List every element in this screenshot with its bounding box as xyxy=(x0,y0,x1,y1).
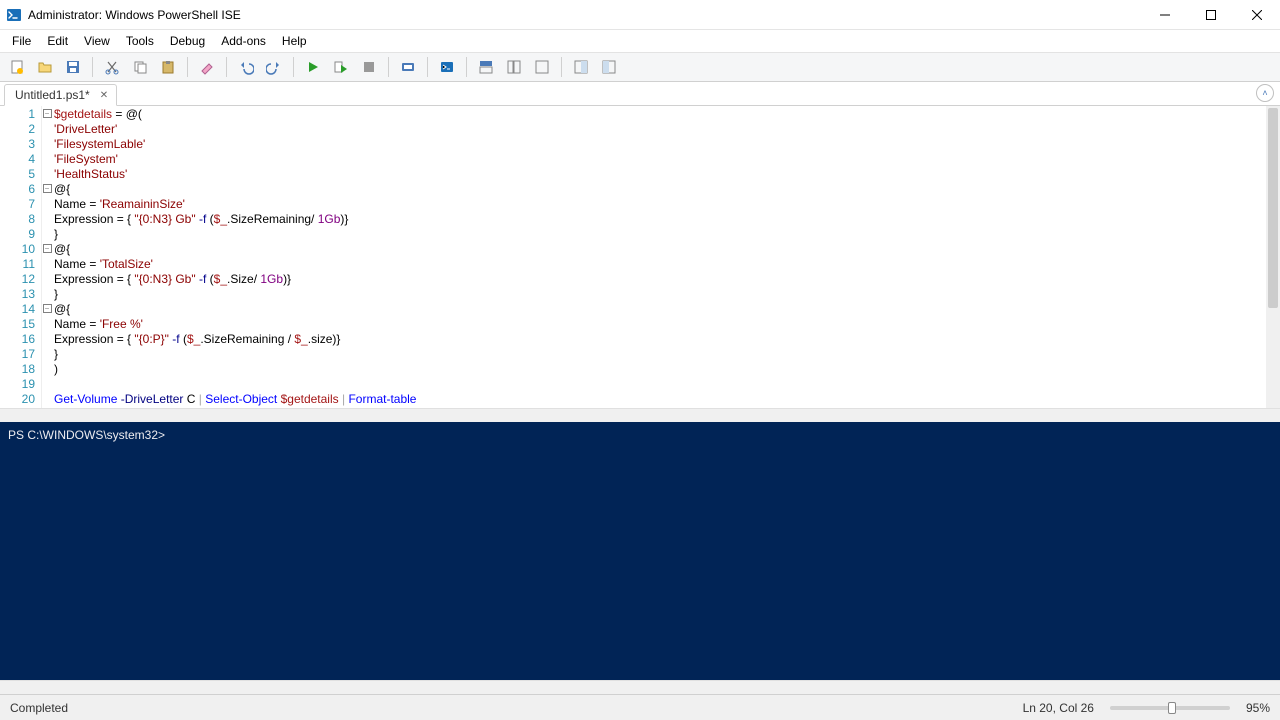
cut-button[interactable] xyxy=(99,55,125,79)
separator xyxy=(92,57,93,77)
menu-edit[interactable]: Edit xyxy=(39,32,76,50)
zoom-percent: 95% xyxy=(1246,701,1270,715)
collapse-script-button[interactable]: ˄ xyxy=(1256,84,1274,102)
line-gutter: 1234567891011121314151617181920 xyxy=(0,106,42,408)
close-button[interactable] xyxy=(1234,0,1280,30)
editor-scrollbar[interactable] xyxy=(1266,106,1280,408)
new-button[interactable] xyxy=(4,55,30,79)
zoom-slider[interactable] xyxy=(1110,706,1230,710)
copy-button[interactable] xyxy=(127,55,153,79)
redo-button[interactable] xyxy=(261,55,287,79)
minimize-button[interactable] xyxy=(1142,0,1188,30)
new-remote-button[interactable] xyxy=(395,55,421,79)
menu-file[interactable]: File xyxy=(4,32,39,50)
toolbar xyxy=(0,52,1280,82)
menu-tools[interactable]: Tools xyxy=(118,32,162,50)
show-command-button[interactable] xyxy=(568,55,594,79)
tab-close-icon[interactable]: ✕ xyxy=(98,90,110,101)
menu-debug[interactable]: Debug xyxy=(162,32,213,50)
run-selection-button[interactable] xyxy=(328,55,354,79)
separator xyxy=(466,57,467,77)
show-script-top-button[interactable] xyxy=(473,55,499,79)
show-script-right-button[interactable] xyxy=(501,55,527,79)
menu-addons[interactable]: Add-ons xyxy=(213,32,274,50)
fold-column[interactable]: −−−− xyxy=(42,106,52,408)
open-button[interactable] xyxy=(32,55,58,79)
separator xyxy=(293,57,294,77)
status-text: Completed xyxy=(10,701,68,715)
paste-button[interactable] xyxy=(155,55,181,79)
editor[interactable]: 1234567891011121314151617181920 −−−− $ge… xyxy=(0,106,1280,408)
run-script-button[interactable] xyxy=(300,55,326,79)
menu-help[interactable]: Help xyxy=(274,32,315,50)
save-button[interactable] xyxy=(60,55,86,79)
start-powershell-button[interactable] xyxy=(434,55,460,79)
console-h-scrollbar[interactable] xyxy=(0,680,1280,694)
code-area[interactable]: $getdetails = @('DriveLetter''Filesystem… xyxy=(52,106,1280,408)
menubar: File Edit View Tools Debug Add-ons Help xyxy=(0,30,1280,52)
tab-label: Untitled1.ps1* xyxy=(15,88,90,102)
window-title: Administrator: Windows PowerShell ISE xyxy=(28,8,241,22)
app-icon xyxy=(6,7,22,23)
separator xyxy=(427,57,428,77)
tab-untitled1[interactable]: Untitled1.ps1* ✕ xyxy=(4,84,117,106)
clear-button[interactable] xyxy=(194,55,220,79)
titlebar: Administrator: Windows PowerShell ISE xyxy=(0,0,1280,30)
editor-h-scrollbar[interactable] xyxy=(0,408,1280,422)
statusbar: Completed Ln 20, Col 26 95% xyxy=(0,694,1280,720)
show-command-addon-button[interactable] xyxy=(596,55,622,79)
separator xyxy=(226,57,227,77)
cursor-position: Ln 20, Col 26 xyxy=(1023,701,1094,715)
tabbar: Untitled1.ps1* ✕ ˄ xyxy=(0,82,1280,106)
undo-button[interactable] xyxy=(233,55,259,79)
show-script-max-button[interactable] xyxy=(529,55,555,79)
separator xyxy=(388,57,389,77)
separator xyxy=(187,57,188,77)
maximize-button[interactable] xyxy=(1188,0,1234,30)
separator xyxy=(561,57,562,77)
stop-button[interactable] xyxy=(356,55,382,79)
console-pane[interactable]: PS C:\WINDOWS\system32> xyxy=(0,422,1280,680)
window-controls xyxy=(1142,0,1280,30)
console-prompt: PS C:\WINDOWS\system32> xyxy=(8,428,168,442)
menu-view[interactable]: View xyxy=(76,32,118,50)
